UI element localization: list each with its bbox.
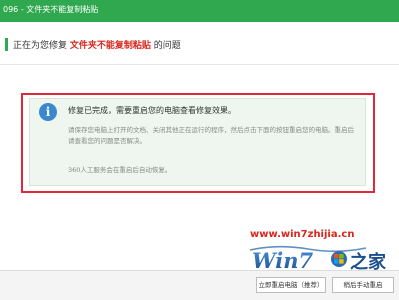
heading-suffix: 的问题 [153,41,181,51]
heading-text: 正在为您修复 文件夹不能复制粘贴 的问题 [13,38,181,51]
restart-now-button[interactable]: 立即重启电脑（推荐） [256,277,326,293]
result-title: 修复已完成，需要重启您的电脑查看修复效果。 [68,106,236,115]
heading-divider [0,64,399,65]
result-description: 请保存您电脑上打开的文档、关闭其他正在运行的程序，然后点击下面的按钮重启您的电脑… [68,126,354,145]
watermark-url: www.win7zhijia.cn [250,229,355,240]
info-icon: i [39,103,57,121]
restart-later-button[interactable]: 稍后手动重启 [332,277,394,293]
heading-problem-name: 文件夹不能复制粘贴 [69,41,151,51]
repair-heading: 正在为您修复 文件夹不能复制粘贴 的问题 [0,34,399,56]
window-title: 096 - 文件夹不能复制粘贴 [3,5,99,14]
result-note: 360人工服务会在重启后自动恢复。 [68,166,172,174]
watermark-logo: Win7 之家 [249,245,387,273]
title-bar: 096 - 文件夹不能复制粘贴 [0,0,399,22]
heading-accent-bar [5,38,8,51]
heading-prefix: 正在为您修复 [13,41,68,51]
